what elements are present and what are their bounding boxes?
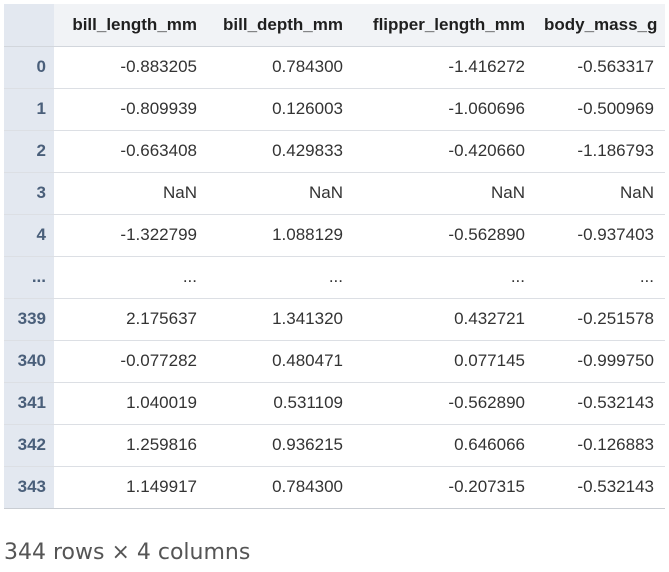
table-cell: 0.432721 (354, 298, 536, 341)
row-index: 343 (4, 466, 54, 509)
table-cell: -0.809939 (54, 88, 208, 131)
table-cell: 1.341320 (208, 298, 354, 341)
table-cell: -0.532143 (536, 382, 665, 425)
table-cell: 1.088129 (208, 214, 354, 257)
table-cell: ... (208, 256, 354, 299)
table-cell: ... (54, 256, 208, 299)
table-cell: NaN (354, 172, 536, 215)
table-row-ellipsis: ... ... ... ... ... (4, 256, 665, 299)
table-cell: -1.186793 (536, 130, 665, 173)
table-cell: 0.429833 (208, 130, 354, 173)
table-cell: 0.646066 (354, 424, 536, 467)
table-cell: -0.500969 (536, 88, 665, 131)
index-header-corner (4, 4, 54, 47)
table-row: 0 -0.883205 0.784300 -1.416272 -0.563317 (4, 46, 665, 89)
table-cell: -0.207315 (354, 466, 536, 509)
table-cell: NaN (208, 172, 354, 215)
row-index: 3 (4, 172, 54, 215)
table-cell: -0.420660 (354, 130, 536, 173)
table-cell: -0.532143 (536, 466, 665, 509)
table-cell: -0.883205 (54, 46, 208, 89)
table-cell: 0.480471 (208, 340, 354, 383)
row-index: 339 (4, 298, 54, 341)
row-index: 4 (4, 214, 54, 257)
table-row: 339 2.175637 1.341320 0.432721 -0.251578 (4, 298, 665, 341)
dataframe-table: bill_length_mm bill_depth_mm flipper_len… (4, 4, 665, 509)
table-cell: 1.259816 (54, 424, 208, 467)
table-row: 4 -1.322799 1.088129 -0.562890 -0.937403 (4, 214, 665, 257)
table-cell: ... (354, 256, 536, 299)
table-cell: ... (536, 256, 665, 299)
table-cell: -0.563317 (536, 46, 665, 89)
table-cell: -0.251578 (536, 298, 665, 341)
table-row: 2 -0.663408 0.429833 -0.420660 -1.186793 (4, 130, 665, 173)
row-index: ... (4, 256, 54, 299)
table-cell: 0.784300 (208, 46, 354, 89)
row-index: 341 (4, 382, 54, 425)
column-header: bill_depth_mm (208, 4, 354, 47)
dataframe-output: bill_length_mm bill_depth_mm flipper_len… (4, 4, 665, 509)
table-cell: -1.322799 (54, 214, 208, 257)
table-cell: -0.562890 (354, 214, 536, 257)
row-index: 340 (4, 340, 54, 383)
table-cell: -1.416272 (354, 46, 536, 89)
table-cell: -0.999750 (536, 340, 665, 383)
row-index: 0 (4, 46, 54, 89)
table-cell: 1.149917 (54, 466, 208, 509)
table-cell: 2.175637 (54, 298, 208, 341)
table-cell: 0.077145 (354, 340, 536, 383)
row-index: 342 (4, 424, 54, 467)
column-header: body_mass_g (536, 4, 665, 47)
table-row: 340 -0.077282 0.480471 0.077145 -0.99975… (4, 340, 665, 383)
table-cell: 1.040019 (54, 382, 208, 425)
table-row: 341 1.040019 0.531109 -0.562890 -0.53214… (4, 382, 665, 425)
table-cell: 0.784300 (208, 466, 354, 509)
table-cell: 0.126003 (208, 88, 354, 131)
table-cell: NaN (536, 172, 665, 215)
dataframe-shape-summary: 344 rows × 4 columns (4, 540, 251, 565)
table-cell: -0.562890 (354, 382, 536, 425)
table-row: 1 -0.809939 0.126003 -1.060696 -0.500969 (4, 88, 665, 131)
table-cell: -0.126883 (536, 424, 665, 467)
table-cell: -1.060696 (354, 88, 536, 131)
table-cell: -0.937403 (536, 214, 665, 257)
column-header: bill_length_mm (54, 4, 208, 47)
table-cell: 0.936215 (208, 424, 354, 467)
row-index: 2 (4, 130, 54, 173)
header-row: bill_length_mm bill_depth_mm flipper_len… (4, 4, 665, 47)
table-cell: NaN (54, 172, 208, 215)
table-cell: 0.531109 (208, 382, 354, 425)
column-header: flipper_length_mm (354, 4, 536, 47)
table-row: 342 1.259816 0.936215 0.646066 -0.126883 (4, 424, 665, 467)
table-cell: -0.663408 (54, 130, 208, 173)
table-cell: -0.077282 (54, 340, 208, 383)
table-row: 3 NaN NaN NaN NaN (4, 172, 665, 215)
table-row: 343 1.149917 0.784300 -0.207315 -0.53214… (4, 466, 665, 509)
row-index: 1 (4, 88, 54, 131)
